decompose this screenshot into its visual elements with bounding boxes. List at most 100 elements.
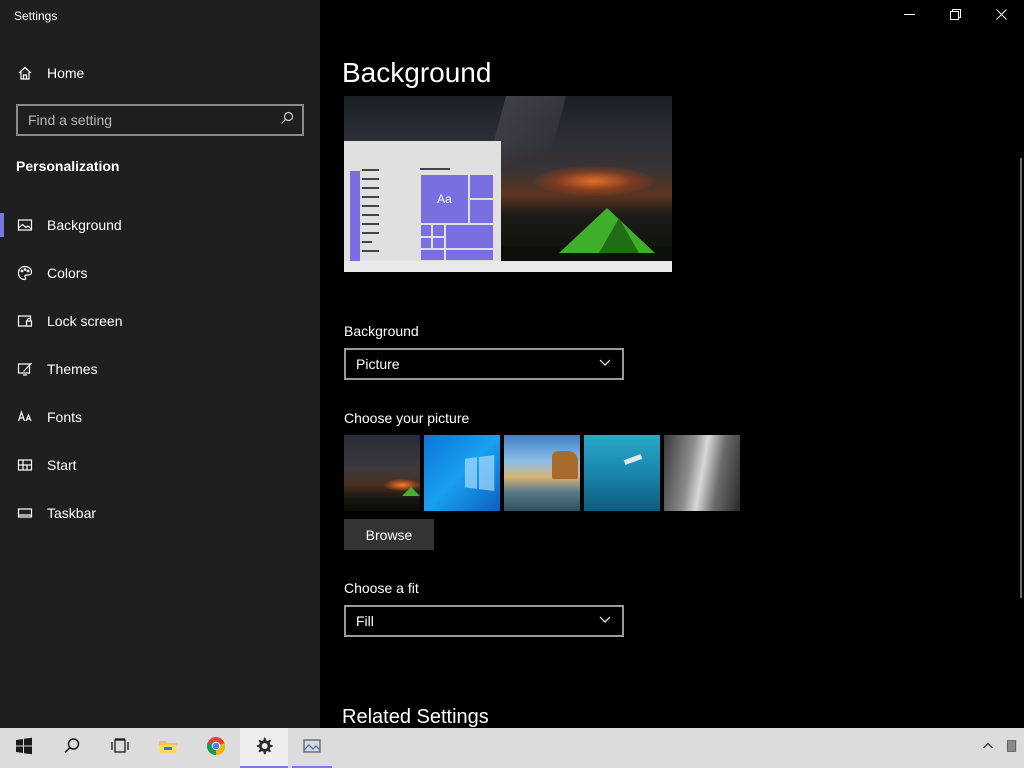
underwater-diver-thumbnail[interactable]	[584, 435, 660, 511]
sidebar-item-label: Taskbar	[47, 505, 97, 521]
file-explorer-button[interactable]	[144, 728, 192, 768]
sidebar-item-label: Fonts	[47, 409, 83, 425]
preview-tent-shadow	[599, 218, 639, 253]
preview-tile	[445, 249, 494, 261]
section-title: Personalization	[16, 158, 120, 174]
app-title: Settings	[14, 9, 58, 23]
restore-button[interactable]	[932, 0, 978, 32]
preview-tile	[432, 237, 445, 249]
nav-home-label: Home	[47, 65, 85, 81]
photos-app-icon	[302, 736, 322, 761]
notification-icon	[1007, 739, 1017, 758]
sidebar-item-fonts[interactable]: Fonts	[0, 393, 320, 441]
window-controls	[886, 0, 1024, 32]
chevron-up-icon	[982, 739, 994, 757]
preview-tiles-header	[420, 168, 450, 170]
home-icon	[16, 64, 34, 82]
picture-thumbnails	[344, 435, 744, 511]
preview-menu-line	[362, 205, 379, 207]
preview-taskbar	[344, 261, 672, 272]
preview-menu-line	[362, 169, 379, 171]
browse-button[interactable]: Browse	[344, 519, 434, 550]
fonts-icon	[16, 408, 34, 426]
settings-taskbar-button[interactable]	[240, 728, 288, 768]
preview-menu-line	[362, 223, 379, 225]
nav-home[interactable]: Home	[0, 56, 320, 90]
sidebar-item-label: Lock screen	[47, 313, 123, 329]
thumbnail-tent	[402, 487, 420, 496]
start-button[interactable]	[0, 728, 48, 768]
preview-menu-line	[362, 250, 379, 252]
close-button[interactable]	[978, 0, 1024, 32]
scrollbar[interactable]	[1020, 158, 1022, 598]
search-input[interactable]	[18, 112, 280, 128]
preview-tile	[420, 249, 445, 261]
settings-sidebar: Settings Home Personalization Background…	[0, 0, 320, 728]
show-hidden-icons-button[interactable]	[976, 728, 1000, 768]
background-dropdown-value: Picture	[356, 356, 400, 372]
chevron-down-icon	[598, 355, 612, 374]
task-view-icon	[110, 736, 130, 761]
sidebar-item-themes[interactable]: Themes	[0, 345, 320, 393]
background-dropdown[interactable]: Picture	[344, 348, 624, 380]
taskbar	[0, 728, 1024, 768]
search-icon	[62, 736, 82, 761]
background-preview: Aa	[344, 96, 672, 272]
chrome-button[interactable]	[192, 728, 240, 768]
preview-tiles: Aa	[420, 174, 494, 261]
related-settings-heading: Related Settings	[342, 706, 489, 728]
sidebar-item-lock-screen[interactable]: Lock screen	[0, 297, 320, 345]
preview-menu-line	[362, 232, 379, 234]
palette-icon	[16, 264, 34, 282]
search-icon[interactable]	[280, 111, 302, 130]
close-icon	[995, 7, 1007, 25]
preview-menu-line	[362, 214, 379, 216]
minimize-button[interactable]	[886, 0, 932, 32]
sidebar-item-label: Start	[47, 457, 77, 473]
preview-start-rail	[350, 171, 360, 261]
sidebar-item-colors[interactable]: Colors	[0, 249, 320, 297]
rock-cliff-thumbnail[interactable]	[664, 435, 740, 511]
chrome-icon	[206, 736, 226, 761]
preview-menu-line	[362, 178, 379, 180]
night-sky-tent-thumbnail[interactable]	[344, 435, 420, 511]
sidebar-item-label: Themes	[47, 361, 98, 377]
preview-horizon-glow	[534, 166, 654, 196]
sidebar-item-start[interactable]: Start	[0, 441, 320, 489]
preview-start-menu: Aa	[344, 141, 501, 261]
sidebar-nav: Background Colors Lock screen Themes Fon…	[0, 201, 320, 537]
sidebar-item-label: Colors	[47, 265, 88, 281]
taskbar-icon	[16, 504, 34, 522]
minimize-icon	[903, 7, 915, 25]
fit-dropdown[interactable]: Fill	[344, 605, 624, 637]
preview-menu-line	[362, 187, 379, 189]
preview-menu-line	[362, 196, 379, 198]
start-grid-icon	[16, 456, 34, 474]
taskbar-search-button[interactable]	[48, 728, 96, 768]
beach-rock-arch-thumbnail[interactable]	[504, 435, 580, 511]
sidebar-item-taskbar[interactable]: Taskbar	[0, 489, 320, 537]
task-view-button[interactable]	[96, 728, 144, 768]
preview-tile	[420, 237, 432, 249]
preview-tile	[469, 174, 494, 199]
system-tray	[976, 728, 1024, 768]
preview-tile	[445, 224, 494, 249]
main-content: Background Aa Background Picture Choose …	[320, 0, 1024, 728]
windows-logo-shape	[464, 454, 495, 492]
image-icon	[16, 216, 34, 234]
file-explorer-icon	[158, 736, 178, 761]
photos-taskbar-button[interactable]	[288, 728, 336, 768]
preview-tile	[420, 224, 432, 237]
preview-tile-aa: Aa	[420, 174, 469, 224]
choose-picture-label: Choose your picture	[344, 410, 470, 426]
preview-menu-line	[362, 241, 372, 243]
search-box[interactable]	[16, 104, 304, 136]
show-desktop-button[interactable]	[1000, 728, 1024, 768]
themes-brush-icon	[16, 360, 34, 378]
active-indicator	[0, 213, 4, 237]
windows-blue-logo-thumbnail[interactable]	[424, 435, 500, 511]
windows-start-icon	[14, 736, 34, 761]
lock-screen-icon	[16, 312, 34, 330]
sidebar-item-background[interactable]: Background	[0, 201, 320, 249]
preview-tile	[469, 199, 494, 224]
